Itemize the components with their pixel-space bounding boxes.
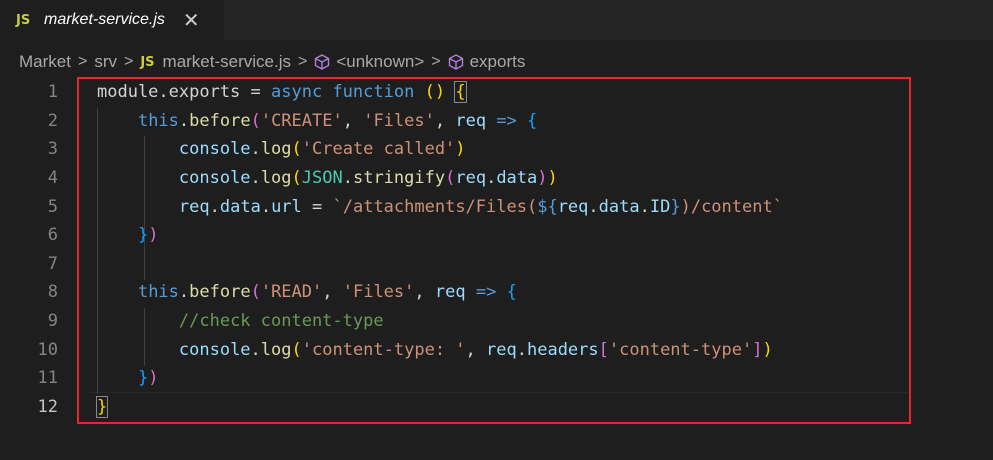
breadcrumb-item-file[interactable]: JS market-service.js	[140, 52, 291, 72]
code-text: })	[137, 225, 159, 246]
line-number: 2	[47, 110, 58, 131]
code-line: 3 console.log('Create called')	[0, 135, 993, 164]
code-text: console.log(JSON.stringify(req.data))	[178, 168, 558, 189]
code-line: 10 console.log('content-type: ', req.hea…	[0, 335, 993, 364]
line-number: 6	[47, 225, 58, 246]
breadcrumb-item-unknown[interactable]: <unknown>	[314, 52, 424, 72]
breadcrumb-label: market-service.js	[162, 52, 291, 71]
breadcrumb-item-srv[interactable]: srv	[94, 52, 117, 72]
code-line: 5 req.data.url = `/attachments/Files(${r…	[0, 192, 993, 221]
code-text: this.before('CREATE', 'Files', req => {	[137, 110, 538, 131]
tab-market-service[interactable]: JS market-service.js ✕	[0, 0, 224, 40]
code-editor[interactable]: 1 module.exports = async function () { 2…	[0, 78, 993, 460]
chevron-right-icon: >	[431, 53, 441, 70]
code-text: console.log('Create called')	[178, 139, 466, 160]
line-number: 8	[47, 282, 58, 303]
line-number: 5	[47, 196, 58, 217]
breadcrumb-item-market[interactable]: Market	[19, 52, 71, 72]
close-icon[interactable]: ✕	[183, 10, 200, 30]
breadcrumb-label: srv	[94, 52, 117, 71]
cube-icon	[315, 54, 330, 70]
line-number: 12	[37, 396, 58, 417]
line-number: 1	[47, 82, 58, 103]
code-line: 7	[0, 250, 993, 279]
code-line: 9 //check content-type	[0, 307, 993, 336]
chevron-right-icon: >	[298, 53, 308, 70]
code-line: 11 })	[0, 364, 993, 393]
line-number: 10	[37, 339, 58, 360]
line-number: 3	[47, 139, 58, 160]
code-text: this.before('READ', 'Files', req => {	[137, 282, 517, 303]
breadcrumb: Market > srv > JS market-service.js > <u…	[0, 48, 993, 76]
chevron-right-icon: >	[123, 53, 134, 70]
code-text: console.log('content-type: ', req.header…	[178, 339, 773, 360]
breadcrumb-label: Market	[19, 52, 71, 71]
code-line: 2 this.before('CREATE', 'Files', req => …	[0, 107, 993, 136]
breadcrumb-label: exports	[469, 52, 526, 71]
code-text: //check content-type	[178, 311, 384, 332]
code-line: 6 })	[0, 221, 993, 250]
breadcrumb-item-exports[interactable]: exports	[448, 52, 526, 72]
code-text: })	[137, 368, 159, 389]
chevron-right-icon: >	[77, 53, 88, 70]
code-text: req.data.url = `/attachments/Files(${req…	[178, 196, 783, 217]
code-line-current: 12 }	[0, 393, 993, 422]
js-file-icon: JS	[16, 12, 31, 28]
line-number: 11	[37, 368, 58, 389]
line-number: 4	[47, 168, 58, 189]
tab-bar: JS market-service.js ✕	[0, 0, 993, 40]
line-number: 9	[47, 311, 58, 332]
line-number: 7	[47, 253, 58, 274]
code-text: module.exports = async function () {	[97, 81, 467, 104]
cube-icon	[448, 54, 463, 70]
js-file-icon: JS	[140, 54, 155, 70]
code-line: 1 module.exports = async function () {	[0, 78, 993, 107]
code-line: 4 console.log(JSON.stringify(req.data))	[0, 164, 993, 193]
breadcrumb-label: <unknown>	[336, 52, 425, 71]
code-line: 8 this.before('READ', 'Files', req => {	[0, 278, 993, 307]
tab-title: market-service.js	[44, 11, 165, 28]
code-text: }	[95, 395, 109, 418]
